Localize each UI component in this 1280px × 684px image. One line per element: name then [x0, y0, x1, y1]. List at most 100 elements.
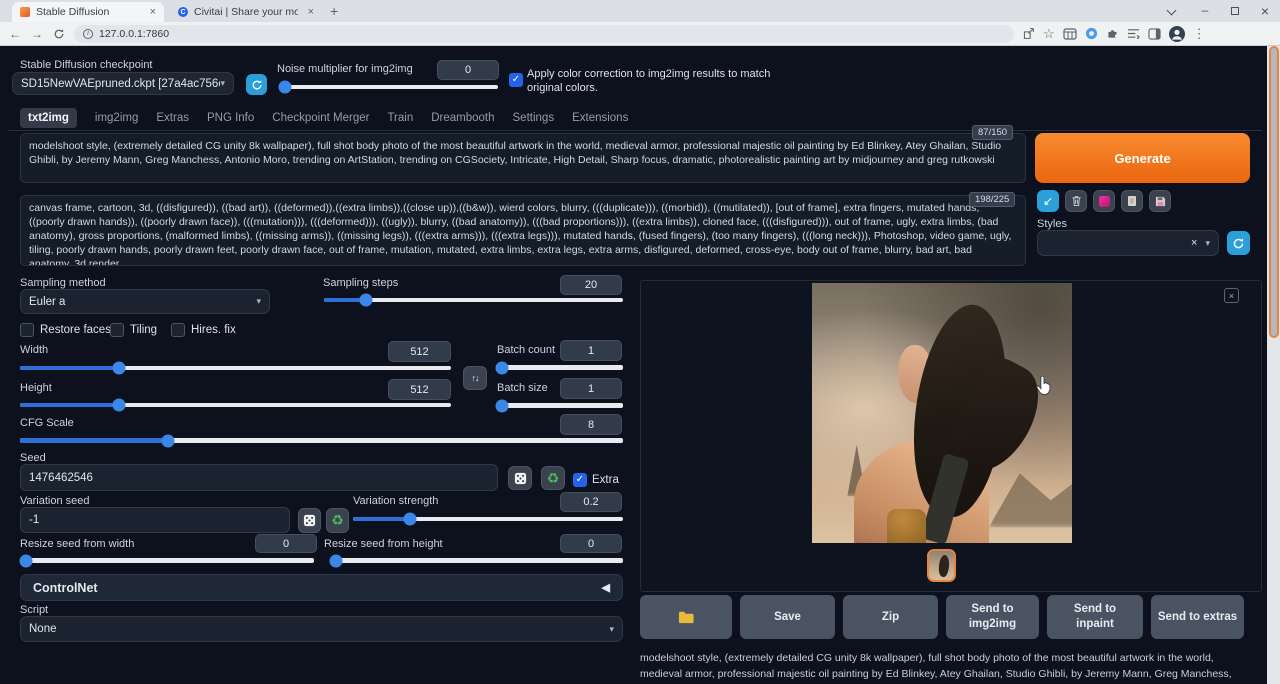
resize-seed-height-slider[interactable] — [330, 558, 623, 563]
sampling-method-dropdown[interactable]: Euler a ▾ — [20, 289, 270, 314]
slider-knob[interactable] — [329, 554, 342, 567]
tab-img2img[interactable]: img2img — [95, 108, 138, 128]
back-button[interactable]: ← — [4, 27, 26, 41]
tab-extensions[interactable]: Extensions — [572, 108, 628, 128]
batch-count-input[interactable]: 1 — [560, 340, 622, 361]
cfg-scale-input[interactable]: 8 — [560, 414, 622, 435]
site-info-icon[interactable]: i — [83, 29, 93, 39]
tab-close-icon[interactable]: × — [150, 6, 156, 18]
variation-seed-input[interactable]: -1 — [20, 507, 290, 533]
variation-seed-reuse-button[interactable]: ♻ — [326, 508, 349, 533]
clear-prompt-button[interactable] — [1065, 190, 1087, 212]
paste-params-button[interactable]: ↙ — [1037, 190, 1059, 212]
width-input[interactable]: 512 — [388, 341, 451, 362]
save-button[interactable]: Save — [740, 595, 835, 639]
sampling-steps-slider[interactable] — [324, 298, 623, 302]
slider-knob[interactable] — [161, 434, 174, 447]
resize-seed-width-slider[interactable] — [20, 558, 314, 563]
open-folder-button[interactable] — [640, 595, 732, 639]
reload-button[interactable] — [53, 28, 65, 40]
styles-refresh-button[interactable] — [1227, 231, 1250, 255]
variation-seed-random-button[interactable] — [298, 508, 321, 533]
tab-extras[interactable]: Extras — [156, 108, 189, 128]
generated-image[interactable] — [812, 283, 1072, 543]
noise-multiplier-input[interactable]: 0 — [437, 60, 499, 80]
side-panel-icon[interactable] — [1148, 28, 1161, 40]
window-maximize-button[interactable] — [1231, 7, 1239, 15]
swap-dimensions-button[interactable]: ↑↓ — [463, 366, 487, 390]
script-dropdown[interactable]: None ▾ — [20, 616, 623, 642]
tab-dreambooth[interactable]: Dreambooth — [431, 108, 494, 128]
send-to-extras-button[interactable]: Send to extras — [1151, 595, 1244, 639]
sampling-steps-input[interactable]: 20 — [560, 275, 622, 295]
apply-styles-button[interactable] — [1121, 190, 1143, 212]
styles-dropdown[interactable]: × ▾ — [1037, 230, 1219, 256]
extra-seed-checkbox[interactable]: ✓ — [573, 473, 587, 487]
seed-input[interactable]: 1476462546 — [20, 464, 498, 491]
seed-reuse-button[interactable]: ♻ — [541, 466, 565, 490]
hires-fix-checkbox[interactable] — [171, 323, 185, 337]
variation-strength-slider[interactable] — [353, 517, 623, 521]
forward-button[interactable]: → — [26, 27, 48, 41]
tab-settings[interactable]: Settings — [513, 108, 555, 128]
window-close-button[interactable]: × — [1252, 3, 1278, 19]
blue-circle-extension-icon[interactable] — [1085, 27, 1098, 40]
cfg-scale-slider[interactable] — [20, 438, 623, 443]
browser-tab-stable-diffusion[interactable]: Stable Diffusion × — [12, 2, 164, 22]
share-icon[interactable] — [1022, 27, 1035, 40]
tiling-checkbox[interactable] — [110, 323, 124, 337]
tab-close-icon[interactable]: × — [308, 6, 314, 18]
page-scrollbar[interactable] — [1267, 46, 1280, 684]
bookmark-star-icon[interactable]: ☆ — [1043, 26, 1055, 42]
slider-knob[interactable] — [19, 554, 32, 567]
extensions-puzzle-icon[interactable] — [1106, 27, 1119, 40]
chevron-down-icon[interactable]: ▾ — [1205, 238, 1210, 249]
generate-button[interactable]: Generate — [1035, 133, 1250, 183]
noise-multiplier-slider[interactable] — [281, 85, 498, 89]
checkpoint-refresh-button[interactable] — [246, 74, 267, 95]
color-correction-checkbox[interactable]: ✓ — [509, 73, 523, 87]
reading-list-icon[interactable] — [1127, 28, 1140, 39]
tab-txt2img[interactable]: txt2img — [20, 108, 77, 128]
restore-faces-checkbox[interactable] — [20, 323, 34, 337]
resize-seed-height-input[interactable]: 0 — [560, 534, 622, 553]
width-slider[interactable] — [20, 366, 451, 370]
extra-networks-button[interactable] — [1093, 190, 1115, 212]
chevron-down-icon[interactable] — [1167, 6, 1177, 16]
profile-avatar[interactable] — [1169, 26, 1185, 42]
controlnet-accordion[interactable]: ControlNet ◀ — [20, 574, 623, 601]
browser-tab-civitai[interactable]: C Civitai | Share your models × — [170, 2, 322, 22]
seed-random-button[interactable] — [508, 466, 532, 490]
gallery-close-button[interactable]: × — [1224, 288, 1239, 303]
address-bar[interactable]: i 127.0.0.1:7860 — [74, 25, 1014, 43]
clear-icon[interactable]: × — [1191, 237, 1197, 249]
slider-knob[interactable] — [496, 399, 509, 412]
media-grid-extension-icon[interactable] — [1063, 28, 1077, 40]
gallery-thumbnail[interactable] — [927, 549, 956, 582]
checkpoint-dropdown[interactable]: SD15NewVAEpruned.ckpt [27a4ac756c] ▾ — [12, 72, 234, 95]
scrollbar-thumb[interactable] — [1269, 46, 1279, 338]
browser-menu-button[interactable]: ⋮ — [1193, 26, 1206, 42]
slider-knob[interactable] — [279, 81, 292, 94]
height-input[interactable]: 512 — [388, 379, 451, 400]
send-to-inpaint-button[interactable]: Send to inpaint — [1047, 595, 1143, 639]
batch-count-slider[interactable] — [497, 365, 623, 370]
zip-button[interactable]: Zip — [843, 595, 938, 639]
tab-checkpoint-merger[interactable]: Checkpoint Merger — [272, 108, 369, 128]
batch-size-input[interactable]: 1 — [560, 378, 622, 399]
tab-png-info[interactable]: PNG Info — [207, 108, 254, 128]
prompt-textarea[interactable]: modelshoot style, (extremely detailed CG… — [20, 133, 1026, 183]
resize-seed-width-input[interactable]: 0 — [255, 534, 317, 553]
new-tab-button[interactable]: + — [330, 3, 338, 19]
save-style-button[interactable] — [1149, 190, 1171, 212]
height-slider[interactable] — [20, 403, 451, 407]
slider-knob[interactable] — [113, 362, 126, 375]
window-minimize-button[interactable]: – — [1192, 3, 1218, 17]
batch-size-slider[interactable] — [497, 403, 623, 408]
negative-prompt-textarea[interactable]: canvas frame, cartoon, 3d, ((disfigured)… — [20, 195, 1026, 266]
tab-train[interactable]: Train — [387, 108, 413, 128]
slider-knob[interactable] — [113, 399, 126, 412]
slider-knob[interactable] — [496, 361, 509, 374]
variation-strength-input[interactable]: 0.2 — [560, 492, 622, 512]
slider-knob[interactable] — [403, 513, 416, 526]
